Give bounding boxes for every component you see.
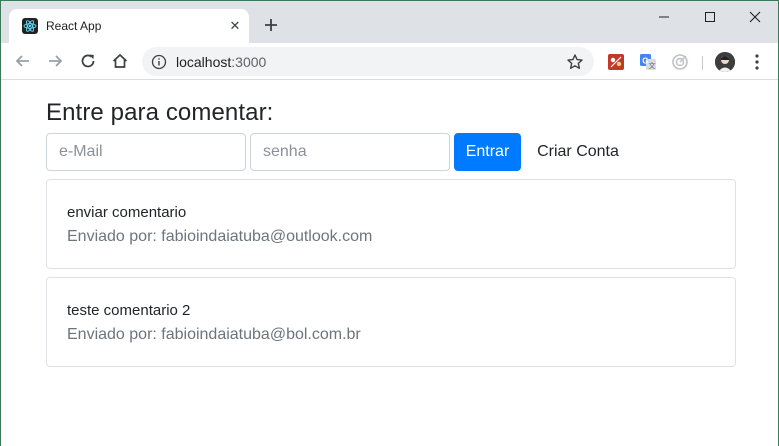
new-tab-button[interactable] xyxy=(261,15,281,35)
toolbar-divider xyxy=(702,56,703,70)
google-translate-icon[interactable]: G 文 xyxy=(639,53,657,71)
plus-icon xyxy=(265,19,277,31)
tab-title: React App xyxy=(46,19,102,33)
comment-text: enviar comentario xyxy=(67,204,187,221)
browser-toolbar: localhost:3000 G 文 xyxy=(1,43,778,80)
comment-author: Enviado por: fabioindaiatuba@bol.com.br xyxy=(67,326,361,343)
close-icon xyxy=(749,11,761,23)
comment-author: Enviado por: fabioindaiatuba@outlook.com xyxy=(67,228,373,245)
address-bar[interactable]: localhost:3000 xyxy=(142,47,594,76)
minimize-icon xyxy=(659,16,669,18)
forward-arrow-icon[interactable] xyxy=(45,51,65,71)
reload-icon[interactable] xyxy=(78,51,98,71)
react-logo-icon xyxy=(22,18,38,34)
comment-card: enviar comentario Enviado por: fabioinda… xyxy=(46,179,736,269)
url-host: localhost xyxy=(176,54,232,70)
page-content: Entre para comentar: Entrar Criar Conta … xyxy=(1,81,778,446)
browser-tab[interactable]: React App ✕ xyxy=(9,9,249,43)
comment-text: teste comentario 2 xyxy=(67,302,191,319)
back-arrow-icon[interactable] xyxy=(13,51,33,71)
tab-strip: React App ✕ xyxy=(1,1,778,43)
bookmark-star-icon[interactable] xyxy=(566,53,584,71)
svg-text:G: G xyxy=(642,57,648,66)
login-heading: Entre para comentar: xyxy=(46,99,274,126)
svg-text:文: 文 xyxy=(649,61,656,70)
url-text: localhost:3000 xyxy=(176,54,266,70)
window-close-button[interactable] xyxy=(732,5,778,29)
user-avatar-icon xyxy=(715,52,735,72)
url-port: :3000 xyxy=(231,54,267,70)
profile-avatar[interactable] xyxy=(715,52,735,72)
minimize-button[interactable] xyxy=(641,5,687,29)
maximize-button[interactable] xyxy=(687,5,733,29)
login-button[interactable]: Entrar xyxy=(454,133,521,171)
extension-circle-icon[interactable] xyxy=(671,53,689,71)
info-icon[interactable] xyxy=(151,54,167,70)
comment-card: teste comentario 2 Enviado por: fabioind… xyxy=(46,277,736,367)
more-options-icon[interactable] xyxy=(749,52,765,72)
home-icon[interactable] xyxy=(110,51,130,71)
create-account-button[interactable]: Criar Conta xyxy=(525,133,631,171)
password-field[interactable] xyxy=(250,133,450,171)
maximize-icon xyxy=(705,12,715,22)
email-field[interactable] xyxy=(46,133,246,171)
extension-red-icon[interactable] xyxy=(607,53,625,71)
close-icon[interactable]: ✕ xyxy=(227,18,243,34)
